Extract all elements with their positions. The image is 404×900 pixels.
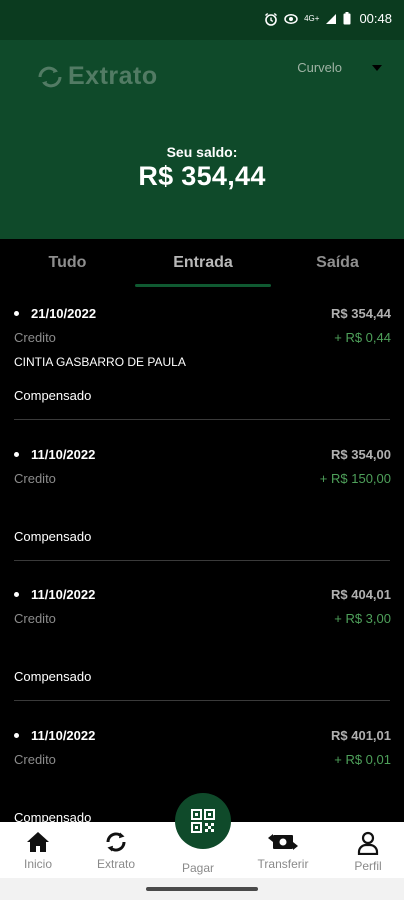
- transaction-amount: + R$ 150,00: [319, 471, 391, 486]
- signal-icon: [326, 13, 337, 24]
- status-bar: 4G+ 00:48: [0, 0, 404, 40]
- transaction-status: Compensado: [14, 388, 92, 403]
- home-icon: [27, 832, 49, 852]
- tab-entrada[interactable]: Entrada: [135, 239, 271, 287]
- gesture-area: [0, 878, 404, 900]
- transaction-type: Credito: [14, 471, 56, 486]
- status-time: 00:48: [359, 11, 392, 26]
- filter-tabs: Tudo Entrada Saída: [0, 239, 404, 289]
- transfer-icon: [268, 834, 298, 850]
- transaction-list[interactable]: 21/10/2022 R$ 354,44 Credito + R$ 0,44 C…: [0, 289, 404, 822]
- transaction-balance: R$ 354,44: [331, 306, 391, 321]
- bullet-icon: [14, 452, 19, 457]
- transaction-balance: R$ 354,00: [331, 447, 391, 462]
- person-icon: [357, 831, 379, 855]
- bullet-icon: [14, 592, 19, 597]
- nav-label: Extrato: [96, 857, 135, 871]
- transaction-date: 21/10/2022: [14, 306, 96, 321]
- transaction-item[interactable]: 11/10/2022 R$ 354,00 Credito + R$ 150,00…: [0, 429, 404, 569]
- sync-icon: [38, 66, 62, 87]
- transaction-type: Credito: [14, 752, 56, 767]
- nav-extrato[interactable]: Extrato: [77, 822, 155, 878]
- transaction-item[interactable]: 21/10/2022 R$ 354,44 Credito + R$ 0,44 C…: [0, 289, 404, 429]
- active-tab-indicator: [135, 284, 271, 287]
- balance-label: Seu saldo:: [166, 144, 238, 160]
- transaction-amount: + R$ 3,00: [334, 611, 391, 626]
- tab-saida[interactable]: Saída: [271, 239, 404, 287]
- transaction-item[interactable]: 11/10/2022 R$ 404,01 Credito + R$ 3,00 C…: [0, 570, 404, 710]
- transaction-status: Compensado: [14, 529, 92, 544]
- app-logo: Extrato: [36, 62, 158, 91]
- transaction-type: Credito: [14, 611, 56, 626]
- city-selector-value: Curvelo: [297, 60, 342, 75]
- nav-perfil[interactable]: Perfil: [332, 822, 404, 878]
- transaction-amount: + R$ 0,44: [334, 330, 391, 345]
- nav-label: Inicio: [23, 857, 52, 871]
- transaction-payer: CINTIA GASBARRO DE PAULA: [14, 355, 186, 369]
- transaction-type: Credito: [14, 330, 56, 345]
- dropdown-arrow-icon: [372, 64, 382, 71]
- battery-icon: [343, 12, 351, 25]
- alarm-icon: [265, 12, 278, 26]
- transaction-balance: R$ 401,01: [331, 728, 391, 743]
- pay-qr-button[interactable]: [175, 793, 231, 849]
- divider: [14, 700, 390, 701]
- header: Extrato Curvelo Seu saldo: R$ 354,44: [0, 40, 404, 239]
- eye-comfort-icon: [284, 13, 298, 24]
- transaction-amount: + R$ 0,01: [334, 752, 391, 767]
- transaction-date: 11/10/2022: [14, 447, 95, 462]
- transaction-date: 11/10/2022: [14, 587, 95, 602]
- bullet-icon: [14, 311, 19, 316]
- nav-inicio[interactable]: Inicio: [0, 822, 76, 878]
- qr-code-icon: [191, 809, 215, 833]
- tab-tudo[interactable]: Tudo: [0, 239, 135, 287]
- home-gesture-bar[interactable]: [146, 887, 258, 891]
- nav-label: Pagar: [181, 861, 215, 875]
- transaction-date: 11/10/2022: [14, 728, 95, 743]
- balance-value: R$ 354,44: [138, 161, 266, 191]
- nav-transferir[interactable]: Transferir: [240, 822, 326, 878]
- refresh-icon: [106, 832, 126, 852]
- app-title: Extrato: [68, 62, 158, 90]
- nav-label: Perfil: [354, 859, 382, 873]
- network-type: 4G+: [304, 14, 320, 23]
- transaction-status: Compensado: [14, 810, 92, 822]
- transaction-balance: R$ 404,01: [331, 587, 391, 602]
- transaction-status: Compensado: [14, 669, 92, 684]
- nav-label: Transferir: [257, 857, 309, 871]
- bullet-icon: [14, 733, 19, 738]
- divider: [14, 560, 390, 561]
- city-selector[interactable]: Curvelo: [297, 60, 382, 75]
- divider: [14, 419, 390, 420]
- status-icons: 4G+ 00:48: [264, 11, 392, 26]
